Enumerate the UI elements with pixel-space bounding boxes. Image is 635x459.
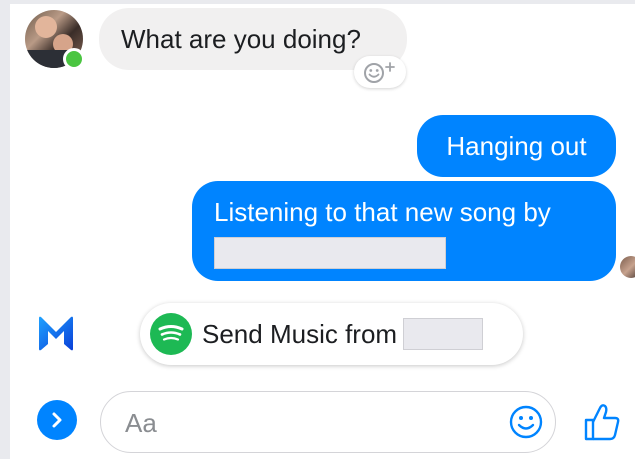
thumbs-up-icon [584, 404, 620, 441]
redacted-text-block [403, 318, 484, 350]
add-reaction-button[interactable] [354, 56, 406, 88]
online-status-dot [63, 48, 85, 70]
expand-actions-button[interactable] [37, 400, 77, 440]
add-reaction-icon [364, 62, 395, 83]
left-edge [0, 0, 10, 459]
top-edge [0, 0, 635, 4]
like-button[interactable] [581, 401, 623, 443]
avatar-face [35, 16, 57, 38]
chevron-right-icon [52, 412, 62, 428]
outgoing-message-text: Hanging out [446, 130, 587, 161]
send-music-suggestion[interactable]: Send Music from [140, 303, 523, 365]
outgoing-message-bubble[interactable]: Hanging out [417, 115, 616, 177]
smiley-icon [509, 405, 543, 439]
chat-screen: What are you doing? Hanging out Listenin… [0, 0, 635, 459]
emoji-button[interactable] [507, 403, 545, 441]
redacted-text-block [214, 237, 446, 269]
messenger-m-icon [36, 313, 76, 353]
message-input[interactable] [125, 404, 485, 442]
read-receipt-avatar [620, 256, 635, 278]
incoming-message-text: What are you doing? [121, 23, 361, 54]
message-composer[interactable] [100, 391, 556, 453]
spotify-icon [150, 313, 192, 355]
outgoing-message-text: Listening to that new song by [214, 197, 551, 227]
send-music-label: Send Music from [202, 318, 398, 349]
